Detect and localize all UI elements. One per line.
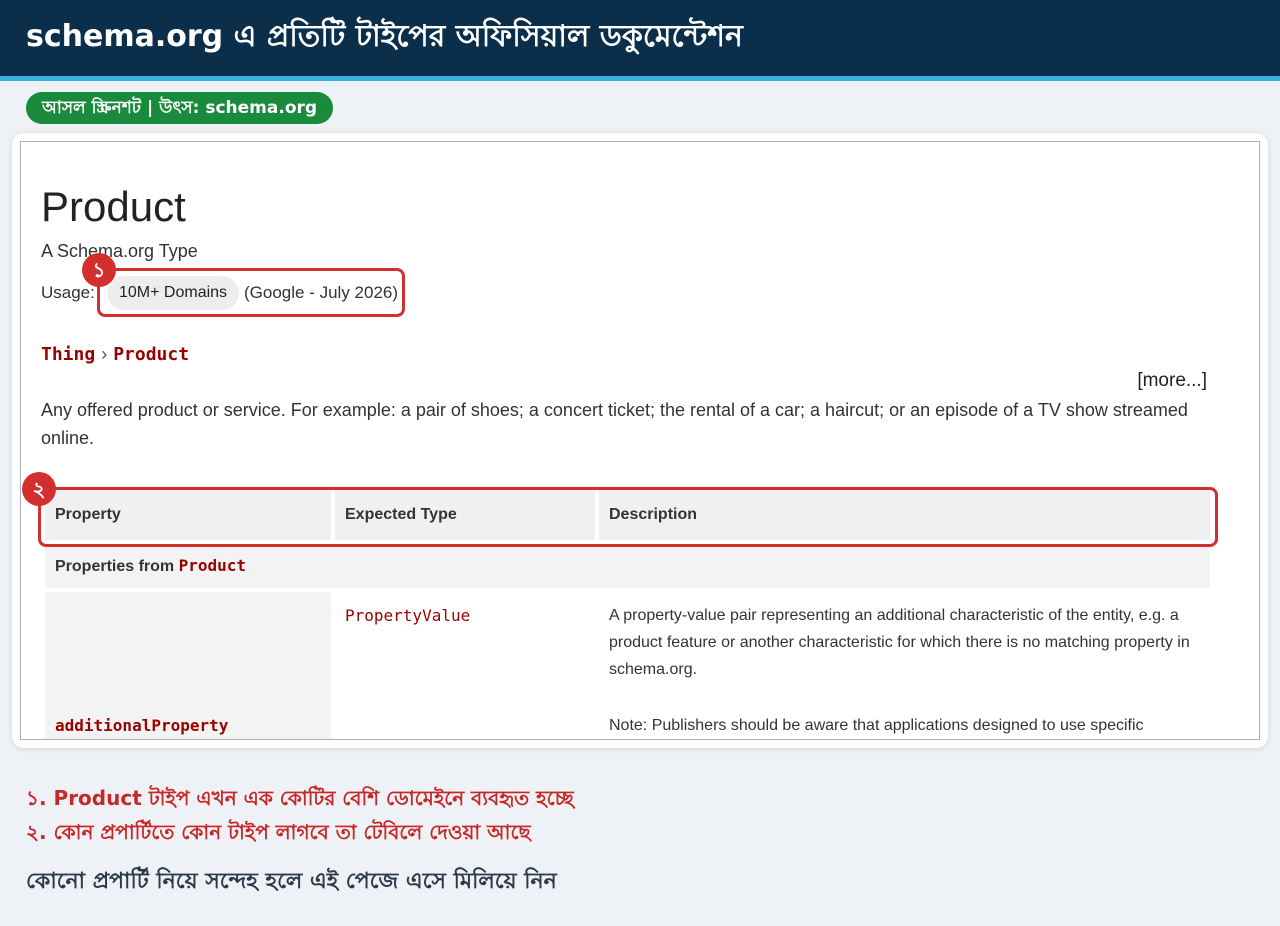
header-accent-line xyxy=(0,76,1280,81)
header-title: schema.org এ প্রতিটি টাইপের অফিসিয়াল ডক… xyxy=(26,19,743,54)
footer-tip: কোনো প্রপার্টি নিয়ে সন্দেহ হলে এই পেজে … xyxy=(26,869,557,894)
highlight-box-table-header xyxy=(38,487,1218,547)
property-description: A property-value pair representing an ad… xyxy=(609,607,1190,678)
page-subtitle: A Schema.org Type xyxy=(41,241,198,261)
header-bar: schema.org এ প্রতিটি টাইপের অফিসিয়াল ডক… xyxy=(0,0,1280,76)
property-name-link[interactable]: additionalProperty xyxy=(55,716,228,735)
expected-type-link[interactable]: PropertyValue xyxy=(345,606,470,625)
source-badge: আসল স্ক্রিনশট | উৎস: schema.org xyxy=(26,92,334,124)
type-description: Any offered product or service. For exam… xyxy=(41,400,1188,448)
breadcrumb-thing-link[interactable]: Thing xyxy=(41,344,95,365)
breadcrumb-separator: › xyxy=(101,344,108,364)
callout-number-2: ২ xyxy=(22,472,56,506)
table-group-row: Properties from Product xyxy=(45,544,1210,588)
group-label: Properties from xyxy=(55,558,179,575)
more-link[interactable]: [more...] xyxy=(1137,369,1207,393)
callout-number-1: ১ xyxy=(82,253,116,287)
highlight-box-usage xyxy=(97,268,405,317)
page-title: Product xyxy=(41,183,186,230)
usage-label: Usage: xyxy=(41,283,95,302)
property-cell: additionalProperty xyxy=(45,592,331,739)
screenshot-card: Product A Schema.org Type Usage: 10M+ Do… xyxy=(12,133,1268,748)
breadcrumb-product-link[interactable]: Product xyxy=(113,344,189,365)
group-type-link[interactable]: Product xyxy=(179,556,246,575)
schema-page-screenshot: Product A Schema.org Type Usage: 10M+ Do… xyxy=(20,141,1260,740)
property-note: Note: Publishers should be aware that ap… xyxy=(609,717,1144,734)
breadcrumb: Thing › Product xyxy=(41,342,189,367)
callout-note-2: ২. কোন প্রপার্টিতে কোন টাইপ লাগবে তা টেব… xyxy=(26,820,531,844)
callout-note-1: ১. Product টাইপ এখন এক কোটির বেশি ডোমেইন… xyxy=(26,786,574,810)
